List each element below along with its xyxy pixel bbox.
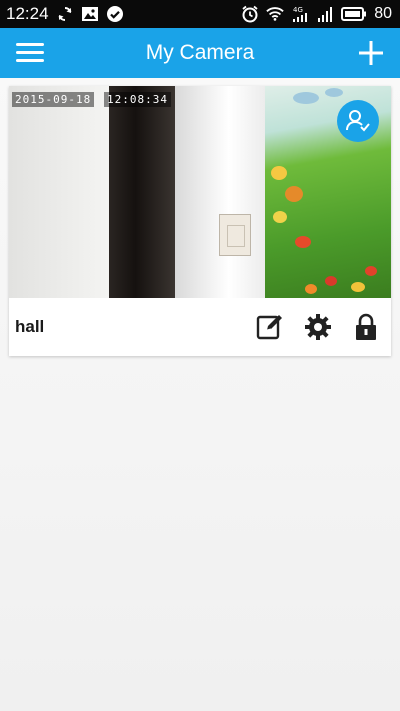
settings-gear-icon[interactable] [303, 312, 333, 342]
camera-card-footer: hall [9, 298, 391, 356]
osd-time: 12:08:34 [104, 92, 171, 107]
wall-switch [219, 214, 251, 256]
alarm-icon [241, 5, 259, 23]
image-icon [81, 5, 99, 23]
sync-icon [56, 5, 74, 23]
status-bar-left: 12:24 [6, 4, 124, 24]
check-circle-icon [106, 5, 124, 23]
add-camera-button[interactable] [356, 38, 386, 68]
battery-percent: 80 [374, 5, 392, 22]
user-check-icon[interactable] [337, 100, 379, 142]
osd-date: 2015-09-18 [12, 92, 95, 107]
camera-name: hall [15, 317, 45, 336]
status-bar: 12:24 4G 80 [0, 0, 400, 28]
lock-icon[interactable] [351, 312, 381, 342]
status-time: 12:24 [6, 4, 49, 23]
app-bar: My Camera [0, 28, 400, 78]
camera-preview[interactable]: 2015-09-18 12:08:34 [9, 86, 391, 298]
battery-icon [341, 5, 367, 23]
camera-actions [255, 312, 381, 342]
edit-icon[interactable] [255, 312, 285, 342]
page-title: My Camera [145, 41, 255, 64]
plus-icon [359, 41, 383, 65]
hamburger-menu-icon[interactable] [16, 41, 44, 65]
signal-icon [316, 5, 334, 23]
wifi-icon [266, 5, 284, 23]
camera-card: 2015-09-18 12:08:34 hall [9, 86, 391, 356]
signal-4g-icon: 4G [291, 5, 309, 23]
status-bar-right: 4G 80 [241, 5, 392, 23]
svg-text:4G: 4G [293, 6, 303, 14]
